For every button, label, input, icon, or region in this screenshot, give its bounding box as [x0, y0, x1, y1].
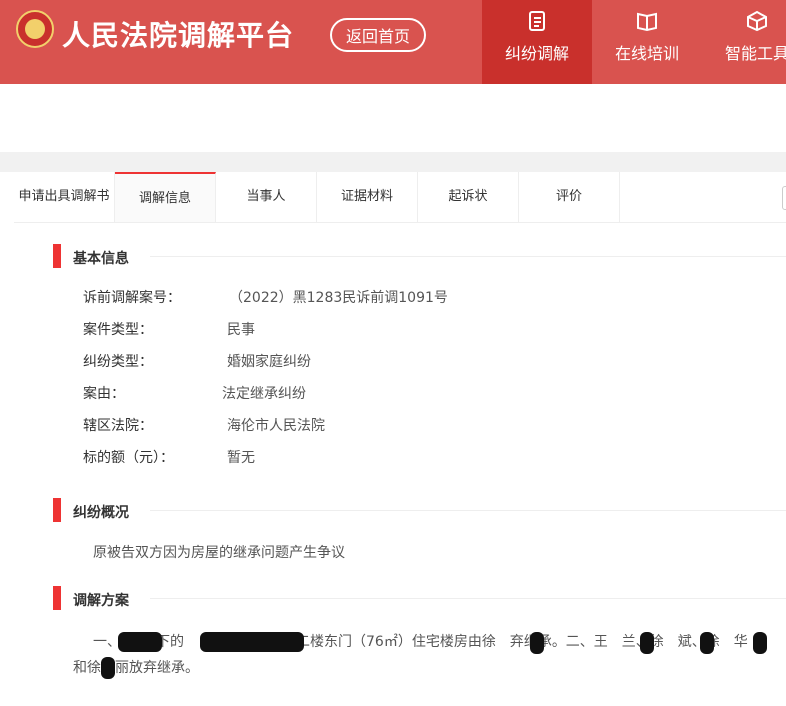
redaction-mark	[530, 632, 544, 654]
field-value-cause: 法定继承纠纷	[222, 386, 306, 402]
redaction-mark	[200, 632, 304, 652]
redaction-mark	[700, 632, 714, 654]
tab-evidence[interactable]: 证据材料	[317, 172, 418, 222]
nav-dispute-mediation[interactable]: 纠纷调解	[482, 0, 592, 84]
divider	[150, 598, 786, 599]
top-navigation-bar: 人民法院调解平台 返回首页 纠纷调解 在线培训 智能工具	[0, 0, 786, 84]
detail-tabs: 申请出具调解书 调解信息 当事人 证据材料 起诉状 评价	[14, 172, 786, 223]
mediation-plan-line-2: 和徐 丽放弃继承。	[73, 660, 199, 676]
nav-label: 智能工具	[724, 44, 786, 63]
redaction-mark	[640, 632, 654, 654]
nav-smart-tools[interactable]: 智能工具	[702, 0, 786, 84]
return-home-button[interactable]: 返回首页	[330, 18, 426, 52]
section-title-basic-info: 基本信息	[73, 251, 129, 267]
field-label-case-number: 诉前调解案号：	[83, 290, 181, 306]
section-marker	[53, 586, 61, 610]
section-title-mediation-plan: 调解方案	[73, 593, 129, 609]
mediation-plan-line-1: 一、 名下的 单元二楼东门（76㎡）住宅楼房由徐 弃继承。二、王 兰、徐 斌、徐…	[93, 634, 748, 650]
section-title-dispute-overview: 纠纷概况	[73, 505, 129, 521]
document-list-icon	[529, 11, 545, 31]
nav-label: 在线培训	[614, 44, 679, 63]
divider	[150, 256, 786, 257]
tab-parties[interactable]: 当事人	[216, 172, 317, 222]
tab-evaluation[interactable]: 评价	[519, 172, 620, 222]
field-label-dispute-type: 纠纷类型：	[83, 354, 153, 370]
tab-scroll-handle[interactable]	[782, 186, 786, 210]
section-marker	[53, 498, 61, 522]
cube-icon	[747, 10, 767, 32]
redaction-mark	[118, 632, 162, 652]
court-emblem-icon	[16, 10, 54, 48]
book-icon	[637, 12, 657, 32]
field-label-amount: 标的额（元）：	[83, 450, 174, 466]
field-label-cause: 案由：	[83, 386, 125, 402]
section-marker	[53, 244, 61, 268]
tab-complaint[interactable]: 起诉状	[418, 172, 519, 222]
tab-apply-mediation-document[interactable]: 申请出具调解书	[14, 172, 115, 222]
platform-title: 人民法院调解平台	[62, 19, 295, 52]
nav-label: 纠纷调解	[504, 44, 569, 63]
divider	[150, 510, 786, 511]
redaction-mark	[101, 657, 115, 679]
field-value-court: 海伦市人民法院	[227, 418, 325, 434]
field-value-case-type: 民事	[227, 322, 255, 338]
field-value-case-number: （2022）黑1283民诉前调1091号	[229, 290, 448, 306]
dispute-overview-text: 原被告双方因为房屋的继承问题产生争议	[93, 545, 345, 561]
field-label-case-type: 案件类型：	[83, 322, 153, 338]
field-value-dispute-type: 婚姻家庭纠纷	[227, 354, 311, 370]
tab-mediation-info[interactable]: 调解信息	[115, 172, 216, 222]
redaction-mark	[753, 632, 767, 654]
page-gap	[0, 152, 786, 172]
field-label-court: 辖区法院：	[83, 418, 153, 434]
nav-online-training[interactable]: 在线培训	[592, 0, 702, 84]
field-value-amount: 暂无	[227, 450, 255, 466]
